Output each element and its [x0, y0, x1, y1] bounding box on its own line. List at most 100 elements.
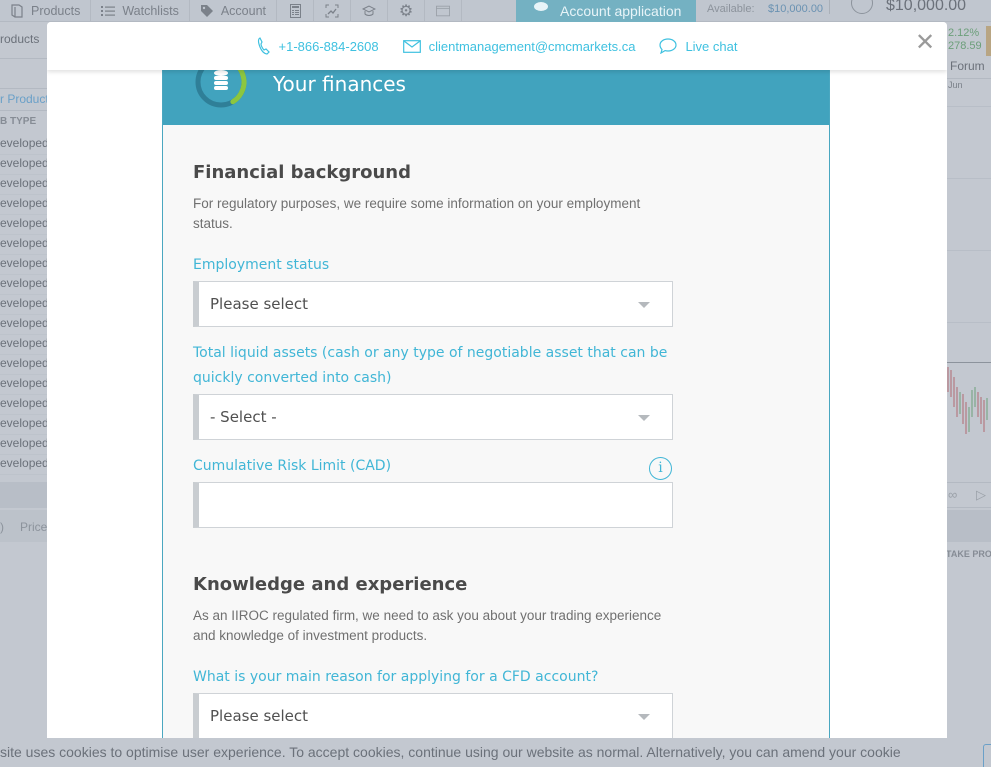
- gridline: [946, 322, 991, 323]
- products-link[interactable]: r Products: [0, 92, 48, 106]
- toolbar-products-label: Products: [31, 3, 81, 18]
- column-header-take-profit[interactable]: TAKE PRO: [946, 549, 991, 559]
- product-row[interactable]: eveloped: [0, 155, 48, 175]
- employment-status-select[interactable]: Please select: [193, 281, 673, 327]
- sentiment-bar: [986, 26, 991, 56]
- product-row[interactable]: eveloped: [0, 375, 48, 395]
- chart-expand-icon: [325, 4, 339, 18]
- column-header-type[interactable]: B TYPE: [0, 116, 36, 127]
- tag-icon: [200, 4, 214, 18]
- product-row[interactable]: eveloped: [0, 455, 48, 475]
- product-row[interactable]: eveloped: [0, 415, 48, 435]
- user-icon: [534, 1, 548, 11]
- gridline: [946, 250, 991, 251]
- date-label: Jun: [948, 80, 963, 90]
- risk-limit-label: Cumulative Risk Limit (CAD): [193, 458, 392, 474]
- contact-live-chat[interactable]: Live chat: [659, 38, 737, 54]
- column-header-fragment: ): [0, 520, 4, 534]
- divider: [0, 110, 48, 111]
- panel-divider-band: [0, 482, 48, 508]
- risk-limit-input[interactable]: [199, 483, 672, 527]
- toolbar-products[interactable]: Products: [0, 0, 92, 22]
- contact-bar: +1-866-884-2608 clientmanagement@cmcmark…: [47, 22, 947, 70]
- chart-date-axis: Jun: [946, 78, 991, 90]
- toolbar-learn-button[interactable]: [351, 0, 389, 22]
- list-icon: [101, 4, 116, 18]
- forum-tab[interactable]: Forum: [950, 59, 985, 73]
- market-panel: 2.12% 278.59 Forum Jun ∞ ▷ TAKE PRO: [946, 22, 991, 742]
- form-header: Your finances: [163, 56, 829, 125]
- available-label: Available:: [707, 3, 755, 15]
- toolbar-account[interactable]: Account: [190, 0, 278, 22]
- toolbar-window-button[interactable]: [425, 0, 463, 22]
- chevron-down-icon: [638, 302, 650, 308]
- toolbar-chart-button[interactable]: [314, 0, 352, 22]
- section-description-financial-background: For regulatory purposes, we require some…: [193, 196, 641, 231]
- book-icon: [10, 3, 24, 18]
- product-row[interactable]: eveloped: [0, 435, 48, 455]
- product-row[interactable]: eveloped: [0, 255, 48, 275]
- contact-email-address: clientmanagement@cmcmarkets.ca: [428, 38, 636, 54]
- liquid-assets-select[interactable]: - Select -: [193, 394, 673, 440]
- phone-icon: [257, 37, 271, 55]
- product-row[interactable]: eveloped: [0, 335, 48, 355]
- products-panel-title: roducts: [0, 32, 40, 46]
- product-row[interactable]: eveloped: [0, 235, 48, 255]
- coin-stack-icon: [214, 70, 228, 90]
- price-change: 2.12% 278.59: [948, 27, 982, 53]
- contact-phone[interactable]: +1-866-884-2608: [257, 37, 379, 55]
- section-title-knowledge-experience: Knowledge and experience: [193, 574, 468, 595]
- account-application-tab[interactable]: Account application: [516, 0, 696, 22]
- gridline: [946, 178, 991, 179]
- price-change-pct: 2.12%: [948, 27, 980, 39]
- toolbar-divider: [829, 0, 830, 14]
- cookie-accept-button[interactable]: [983, 744, 991, 767]
- section-description-knowledge-experience: As an IIROC regulated firm, we need to a…: [193, 608, 662, 643]
- cfd-reason-select[interactable]: Please select: [193, 693, 673, 738]
- gear-icon: ⚙: [398, 2, 414, 20]
- liquid-assets-label: Total liquid assets (cash or any type of…: [193, 345, 668, 386]
- toolbar-account-label: Account: [220, 3, 267, 18]
- cookie-banner: site uses cookies to optimise user exper…: [0, 738, 991, 767]
- product-row[interactable]: eveloped: [0, 135, 48, 155]
- products-panel: roducts r Products B TYPE evelopedevelop…: [0, 22, 48, 482]
- platform-toolbar: Products Watchlists Account ⚙: [0, 0, 991, 22]
- price-change-value: 278.59: [948, 40, 982, 52]
- product-row[interactable]: eveloped: [0, 315, 48, 335]
- chart-tools: ∞ ▷: [946, 482, 991, 508]
- window-icon: [436, 4, 451, 18]
- account-application-label: Account application: [560, 3, 682, 19]
- product-row[interactable]: eveloped: [0, 395, 48, 415]
- chevron-down-icon: [638, 714, 650, 720]
- cookie-banner-text: site uses cookies to optimise user exper…: [0, 744, 901, 760]
- info-icon[interactable]: i: [649, 457, 672, 480]
- product-row[interactable]: eveloped: [0, 275, 48, 295]
- cfd-reason-value: Please select: [210, 707, 309, 725]
- product-row[interactable]: eveloped: [0, 295, 48, 315]
- account-application-modal: +1-866-884-2608 clientmanagement@cmcmark…: [47, 22, 947, 738]
- indicator-icon[interactable]: ∞: [948, 487, 957, 502]
- account-balance: $10,000.00: [886, 0, 967, 14]
- toolbar-calculator-button[interactable]: [277, 0, 315, 22]
- product-row[interactable]: eveloped: [0, 195, 48, 215]
- product-row[interactable]: eveloped: [0, 175, 48, 195]
- chat-bubble-icon: [659, 38, 678, 54]
- candlestick-chart: [947, 367, 988, 434]
- product-row[interactable]: eveloped: [0, 355, 48, 375]
- section-title-financial-background: Financial background: [193, 162, 411, 183]
- available-value: $10,000.00: [768, 3, 824, 15]
- product-row[interactable]: eveloped: [0, 215, 48, 235]
- chevron-down-icon: [638, 415, 650, 421]
- contact-email[interactable]: clientmanagement@cmcmarkets.ca: [402, 38, 636, 54]
- form-title: Your finances: [273, 72, 406, 96]
- risk-limit-field[interactable]: [193, 482, 673, 528]
- toolbar-settings-button[interactable]: ⚙: [388, 0, 426, 22]
- your-finances-form: Your finances Financial background For r…: [162, 56, 830, 738]
- panel-divider-band: [946, 510, 991, 542]
- toolbar-watchlists[interactable]: Watchlists: [91, 0, 190, 22]
- employment-status-value: Please select: [210, 295, 309, 313]
- column-header-price[interactable]: Price: [20, 520, 47, 534]
- cfd-reason-label: What is your main reason for applying fo…: [193, 669, 599, 685]
- close-icon[interactable]: ✕: [915, 31, 935, 55]
- draw-tool-icon[interactable]: ▷: [976, 487, 986, 503]
